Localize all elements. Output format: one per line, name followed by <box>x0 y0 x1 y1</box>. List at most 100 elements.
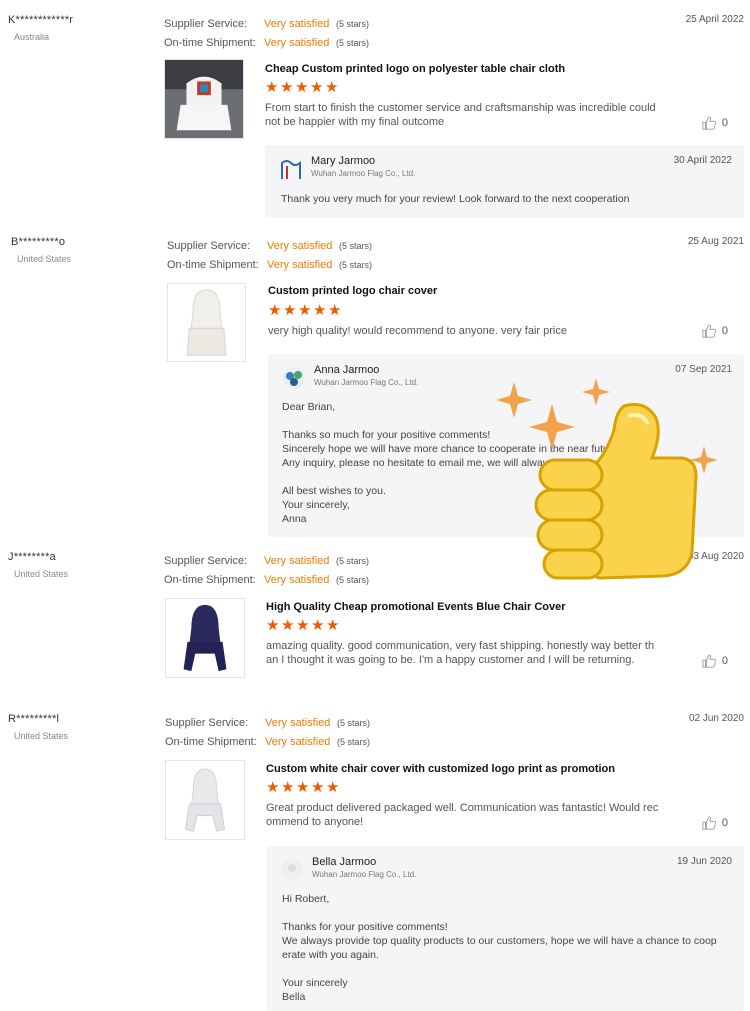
star-icon: ★ <box>295 79 309 96</box>
star-icon: ★ <box>268 302 282 319</box>
product-title[interactable]: Cheap Custom printed logo on polyester t… <box>265 63 565 75</box>
supplier-avatar <box>283 367 305 389</box>
like-count: 0 <box>721 117 728 129</box>
reply-company: Wuhan Jarmoo Flag Co., Ltd. <box>311 169 416 178</box>
buyer-info: R*********l United States <box>8 713 148 741</box>
on-time-shipment-stars: (5 stars) <box>336 574 370 585</box>
ratings: Supplier Service: Very satisfied (5 stars)… <box>165 713 370 751</box>
thumbs-up-icon <box>702 654 716 668</box>
supplier-avatar <box>281 859 303 881</box>
reply-body: Hi Robert, Thanks for your positive comm… <box>282 893 717 1003</box>
star-icon: ★ <box>326 617 340 634</box>
reply-author: Anna Jarmoo <box>314 364 380 376</box>
supplier-avatar <box>281 160 301 179</box>
sparkle-icon <box>582 378 610 406</box>
on-time-shipment-value: Very satisfied <box>264 36 330 49</box>
supplier-service-stars: (5 stars) <box>339 240 373 251</box>
buyer-name: R*********l <box>8 713 60 725</box>
buyer-name: J********a <box>8 551 56 563</box>
reply-body: Thank you very much for your review! Loo… <box>281 193 630 205</box>
star-icon: ★ <box>281 617 295 634</box>
thumbs-up-icon <box>702 324 716 338</box>
supplier-service-label: Supplier Service: <box>164 17 248 30</box>
product-thumbnail[interactable] <box>167 283 246 362</box>
buyer-country: United States <box>14 569 69 579</box>
reply-company: Wuhan Jarmoo Flag Co., Ltd. <box>314 378 419 387</box>
reply-author: Mary Jarmoo <box>311 155 376 167</box>
like-button[interactable]: 0 <box>702 816 728 830</box>
rating-stars: ★ ★ ★ ★ ★ <box>266 779 340 796</box>
supplier-service-stars: (5 stars) <box>336 18 370 29</box>
chair-cloth-image <box>165 60 243 138</box>
star-icon: ★ <box>311 617 325 634</box>
reply-date: 30 April 2022 <box>673 155 732 166</box>
on-time-shipment-label: On-time Shipment: <box>164 36 256 49</box>
star-icon: ★ <box>326 779 340 796</box>
supplier-service-value: Very satisfied <box>267 239 333 252</box>
buyer-name: B*********o <box>11 236 66 248</box>
buyer-country: United States <box>17 254 72 264</box>
thumbs-up-icon <box>702 816 716 830</box>
star-icon: ★ <box>266 779 280 796</box>
product-title[interactable]: Custom printed logo chair cover <box>268 285 437 297</box>
supplier-service-value: Very satisfied <box>265 716 331 729</box>
product-thumbnail[interactable] <box>165 760 245 840</box>
supplier-service-label: Supplier Service: <box>164 554 248 567</box>
product-thumbnail[interactable] <box>165 598 245 678</box>
buyer-info: B*********o United States <box>11 236 151 264</box>
rating-stars: ★ ★ ★ ★ ★ <box>265 79 338 96</box>
thumbs-up-icon <box>702 116 716 130</box>
chair-cover-image <box>168 284 245 361</box>
supplier-service-stars: (5 stars) <box>337 717 371 728</box>
buyer-info: K************r Australia <box>8 14 148 42</box>
review-text: very high quality! would recommend to an… <box>268 325 567 337</box>
review-date: 25 Aug 2021 <box>687 236 744 247</box>
buyer-country: Australia <box>14 32 50 42</box>
on-time-shipment-value: Very satisfied <box>265 735 331 748</box>
reply-date: 07 Sep 2021 <box>675 364 732 375</box>
review-text: amazing quality. good communication, ver… <box>266 640 655 666</box>
reply-date: 19 Jun 2020 <box>676 856 732 867</box>
star-icon: ★ <box>298 302 312 319</box>
review-date: 02 Jun 2020 <box>688 713 744 724</box>
review-date: 25 April 2022 <box>685 14 744 25</box>
ratings: Supplier Service: Very satisfied (5 stars)… <box>164 551 369 589</box>
star-icon: ★ <box>296 617 310 634</box>
buyer-country: United States <box>14 731 69 741</box>
on-time-shipment-label: On-time Shipment: <box>164 573 256 586</box>
like-button[interactable]: 0 <box>702 116 728 130</box>
supplier-reply: Bella Jarmoo Wuhan Jarmoo Flag Co., Ltd.… <box>266 846 744 1011</box>
on-time-shipment-label: On-time Shipment: <box>165 735 257 748</box>
thumbs-up-sticker <box>496 378 718 580</box>
star-icon: ★ <box>313 302 327 319</box>
like-count: 0 <box>721 325 728 337</box>
star-icon: ★ <box>265 79 279 96</box>
product-title[interactable]: High Quality Cheap promotional Events Bl… <box>266 601 566 613</box>
star-icon: ★ <box>328 302 342 319</box>
on-time-shipment-stars: (5 stars) <box>336 37 370 48</box>
white-chair-cover-image <box>166 761 244 839</box>
reply-company: Wuhan Jarmoo Flag Co., Ltd. <box>312 870 417 879</box>
supplier-reply: Mary Jarmoo Wuhan Jarmoo Flag Co., Ltd. … <box>265 145 744 218</box>
sparkle-icon <box>529 404 575 450</box>
supplier-service-value: Very satisfied <box>264 17 330 30</box>
rating-stars: ★ ★ ★ ★ ★ <box>268 302 342 319</box>
sparkle-icon <box>496 382 532 418</box>
like-button[interactable]: 0 <box>702 654 728 668</box>
ratings: Supplier Service: Very satisfied (5 stars)… <box>167 236 372 274</box>
star-icon: ★ <box>296 779 310 796</box>
on-time-shipment-value: Very satisfied <box>264 573 330 586</box>
product-thumbnail[interactable] <box>164 59 244 139</box>
on-time-shipment-stars: (5 stars) <box>337 736 371 747</box>
supplier-service-stars: (5 stars) <box>336 555 370 566</box>
buyer-info: J********a United States <box>8 551 148 579</box>
like-button[interactable]: 0 <box>702 324 728 338</box>
blue-chair-cover-image <box>166 599 244 677</box>
review-text: Great product delivered packaged well. C… <box>266 802 659 828</box>
star-icon: ★ <box>266 617 280 634</box>
star-icon: ★ <box>280 79 294 96</box>
like-count: 0 <box>721 817 728 829</box>
product-title[interactable]: Custom white chair cover with customized… <box>266 763 615 775</box>
supplier-service-label: Supplier Service: <box>167 239 251 252</box>
review-text: From start to finish the customer servic… <box>265 102 656 128</box>
